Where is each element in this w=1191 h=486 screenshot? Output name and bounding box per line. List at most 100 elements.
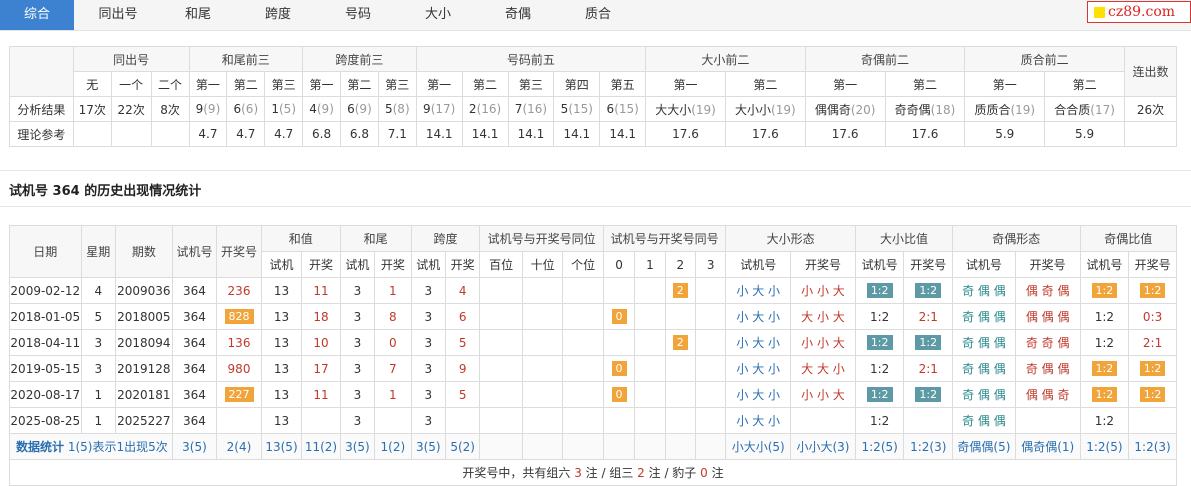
span-trial-cell-value: 3 [424, 361, 433, 376]
trial-cell: 364 [171, 407, 218, 434]
issue-cell: 2009036 [115, 277, 173, 304]
oe-draw-cell-value: 偶 奇 偶 [1025, 284, 1070, 298]
stat-cell: 2(4) [216, 433, 262, 460]
oe-trial-cell-value: 奇 偶 偶 [962, 362, 1006, 376]
span-draw-cell: 5 [444, 329, 481, 356]
oer-trial-cell: 1:2 [1079, 303, 1130, 330]
date-cell-value: 2018-04-11 [10, 335, 81, 350]
oe-trial-cell-value: 奇 偶 偶 [962, 414, 1006, 428]
bsr-draw-cell: 2:1 [903, 355, 954, 382]
site-logo[interactable]: cz89.com [1087, 1, 1191, 23]
sub-header: 第一 [188, 71, 228, 97]
tail-trial-cell: 3 [339, 381, 376, 408]
oer-draw-cell: 2:1 [1128, 329, 1177, 356]
bsr-trial-cell: 1:2 [854, 277, 905, 304]
bs-draw-cell: 小 小 大 [790, 381, 856, 408]
oer-draw-cell: 0:3 [1128, 303, 1177, 330]
result-cell: 6(9) [340, 96, 379, 122]
bsr-draw-cell-value: 2:1 [918, 309, 938, 324]
span-draw-cell-value: 6 [458, 309, 467, 324]
sum-trial-cell-value: 13 [273, 361, 290, 376]
tail-trial-cell-value: 3 [353, 413, 362, 428]
tab-jiou[interactable]: 奇偶 [480, 0, 556, 30]
result-cell: 17次 [72, 96, 112, 122]
oer-trial-cell-value: 1:2 [1094, 413, 1115, 428]
date-cell-value: 2018-01-05 [10, 309, 81, 324]
oe-draw-cell-value: 偶 偶 偶 [1025, 310, 1070, 324]
stat-cell: 3(5) [410, 433, 446, 460]
sub-header: 无 [72, 71, 112, 97]
sum-trial-cell-value: 13 [273, 335, 290, 350]
group-header: 同出号 [72, 46, 190, 72]
oe-trial-cell-value: 奇 偶 偶 [962, 310, 1006, 324]
sum-trial-cell: 13 [260, 355, 303, 382]
bs-draw-cell [790, 407, 856, 434]
span-draw-cell: 6 [444, 303, 481, 330]
span-trial-cell: 3 [410, 277, 446, 304]
bsr-draw-cell: 2:1 [903, 303, 954, 330]
issue-cell: 2019128 [115, 355, 173, 382]
divider [0, 170, 1191, 171]
footer-summary: 开奖号中，共有组六 3 注 / 组三 2 注 / 豹子 0 注 [9, 459, 1177, 486]
date-cell: 2009-02-12 [9, 277, 82, 304]
draw-cell-value: 136 [227, 335, 251, 350]
tab-daxiao[interactable]: 大小 [400, 0, 476, 30]
date-cell: 2025-08-25 [9, 407, 82, 434]
same-num-cell-value: 0 [611, 387, 627, 402]
same-num-cell [664, 407, 696, 434]
span-draw-cell: 9 [444, 355, 481, 382]
bs-trial-cell: 小 大 小 [725, 381, 792, 408]
same-pos-cell [562, 381, 604, 408]
table-row: 2019-05-15 3 2019128 364 980 13 17 3 7 3 9 0 小 大 小 大 … [9, 355, 1177, 382]
same-num-cell [664, 303, 696, 330]
oer-trial-cell: 1:2 [1079, 355, 1130, 382]
sub-header: 试机号 [725, 251, 792, 278]
bs-draw-cell: 小 小 大 [790, 329, 856, 356]
group-header: 跨度前三 [302, 46, 417, 72]
result-cell: 质质合(19) [964, 96, 1046, 122]
summary-corner-cell [9, 46, 74, 97]
stat-cell: 奇偶偶(5) [952, 433, 1016, 460]
week-cell-value: 1 [94, 413, 103, 428]
sub-header: 3 [694, 251, 727, 278]
oe-draw-cell: 偶 奇 偶 [1014, 277, 1081, 304]
bsr-trial-cell: 1:2 [854, 303, 905, 330]
sum-trial-cell-value: 13 [273, 309, 290, 324]
sub-header: 开奖号 [1128, 251, 1177, 278]
date-cell: 2018-04-11 [9, 329, 82, 356]
result-cell: 2(16) [461, 96, 509, 122]
sum-draw-cell: 11 [301, 381, 341, 408]
sub-header: 第三 [264, 71, 304, 97]
tab-zhihe[interactable]: 质合 [560, 0, 636, 30]
table-row: 2020-08-17 1 2020181 364 227 13 11 3 1 3 5 0 小 大 小小 … [9, 381, 1177, 408]
tab-overview[interactable]: 综合 [0, 0, 74, 30]
tail-draw-cell-value: 1 [389, 283, 397, 298]
draw-cell: 828 [216, 303, 262, 330]
oe-trial-cell: 奇 偶 偶 [952, 277, 1016, 304]
stat-cell: 1:2(3) [1128, 433, 1177, 460]
oe-trial-cell: 奇 偶 偶 [952, 303, 1016, 330]
logo-square-icon [1094, 7, 1105, 18]
oer-draw-cell-value: 2:1 [1142, 335, 1163, 350]
row-label: 理论参考 [9, 121, 74, 147]
sub-header: 第二 [1044, 71, 1125, 97]
theory-cell: 17.6 [804, 121, 886, 147]
span-trial-cell-value: 3 [424, 335, 433, 350]
table-row: 2018-01-05 5 2018005 364 828 13 18 3 8 3 6 0 小 大 小 大 … [9, 303, 1177, 330]
tab-hewei[interactable]: 和尾 [160, 0, 236, 30]
draw-cell-value: 828 [224, 309, 254, 324]
tab-tongchu[interactable]: 同出号 [80, 0, 156, 30]
same-pos-cell [479, 381, 523, 408]
same-pos-cell [562, 329, 604, 356]
same-num-cell [634, 329, 666, 356]
tab-haoma[interactable]: 号码 [320, 0, 396, 30]
oe-trial-cell-value: 奇 偶 偶 [962, 284, 1006, 298]
sub-header: 开奖号 [790, 251, 856, 278]
same-num-cell [634, 303, 666, 330]
draw-cell: 136 [216, 329, 262, 356]
col-header: 和值 [260, 225, 341, 252]
sub-header: 第二 [884, 71, 966, 97]
tail-trial-cell: 3 [339, 407, 376, 434]
empty-cell [479, 433, 523, 460]
tab-kuadu[interactable]: 跨度 [240, 0, 316, 30]
